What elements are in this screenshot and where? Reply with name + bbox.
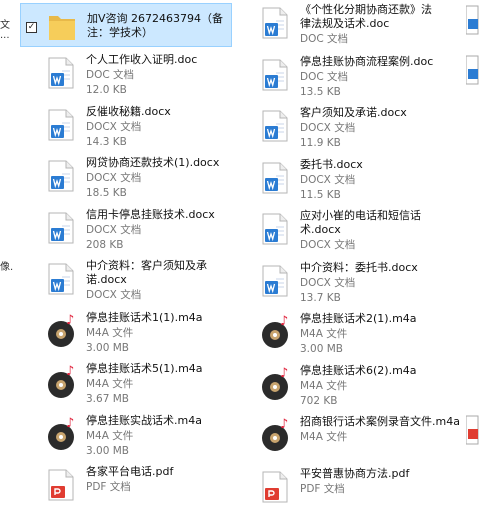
file-name: 停息挂账话术5(1).m4a	[86, 362, 203, 375]
file-item[interactable]: ♪ 停息挂账实战话术.m4a M4A 文件 3.00 MB	[40, 414, 240, 464]
file-size: 11.5 KB	[300, 188, 341, 201]
file-item[interactable]: 信用卡停息挂账技术.docx DOCX 文档 208 KB	[40, 208, 240, 258]
file-name: 中介资料：客户须知及承诺.docx	[86, 259, 207, 286]
file-name: 停息挂账协商流程案例.doc	[300, 54, 434, 68]
file-size: 13.7 KB	[300, 291, 341, 304]
file-size: 3.00 MB	[300, 343, 343, 355]
file-type: M4A 文件	[86, 326, 134, 339]
word-doc-icon	[48, 57, 74, 93]
file-size: 3.00 MB	[86, 341, 129, 354]
file-size: 3.67 MB	[86, 393, 129, 405]
checkbox[interactable]: ✓	[26, 22, 37, 33]
file-type: DOCX 文档	[86, 223, 142, 236]
file-type: DOC 文档	[86, 69, 135, 81]
word-doc-icon	[48, 160, 74, 196]
pdf-icon	[465, 415, 479, 445]
file-type: DOCX 文档	[300, 122, 356, 134]
file-item[interactable]: 委托书.docx DOCX 文档 11.5 KB	[254, 158, 454, 208]
file-item[interactable]: 中介资料：客户须知及承诺.docx DOCX 文档	[40, 259, 240, 309]
file-type: DOCX 文档	[86, 289, 142, 301]
file-size: 12.0 KB	[86, 84, 127, 96]
file-type: DOCX 文档	[86, 120, 142, 133]
file-size: 208 KB	[86, 238, 124, 251]
word-doc-icon	[262, 213, 288, 249]
right-edge-fragment	[465, 5, 480, 35]
file-type: DOC 文档	[300, 70, 349, 83]
word-doc-icon	[262, 59, 288, 95]
file-name: 停息挂账话术1(1).m4a	[86, 310, 203, 324]
word-doc-icon	[48, 109, 74, 145]
file-type: M4A 文件	[86, 378, 134, 390]
file-item[interactable]: ♪ 停息挂账话术5(1).m4a M4A 文件 3.67 MB	[40, 362, 240, 412]
file-name: 网贷协商还款技术(1).docx	[86, 156, 220, 169]
file-name: 个人工作收入证明.doc	[86, 53, 198, 66]
file-item[interactable]: ♪ 招商银行话术案例录音文件.m4a M4A 文件	[254, 415, 460, 465]
word-doc-icon	[262, 162, 288, 198]
file-item[interactable]: 客户须知及承诺.docx DOCX 文档 11.9 KB	[254, 106, 454, 156]
file-item[interactable]: 《个性化分期协商还款》法律法规及话术.doc DOC 文档	[254, 3, 454, 53]
file-item[interactable]: ♪ 停息挂账话术2(1).m4a M4A 文件 3.00 MB	[254, 312, 454, 362]
file-type: PDF 文档	[86, 481, 131, 493]
file-type: M4A 文件	[300, 431, 348, 443]
file-name: 《个性化分期协商还款》法律法规及话术.doc	[300, 3, 432, 30]
file-name: 停息挂账实战话术.m4a	[86, 413, 202, 427]
word-doc-icon	[262, 110, 288, 146]
file-name: 委托书.docx	[300, 157, 363, 171]
file-type: DOCX 文档	[300, 173, 356, 186]
file-item[interactable]: 反催收秘籍.docx DOCX 文档 14.3 KB	[40, 105, 240, 155]
file-item[interactable]: 中介资料：委托书.docx DOCX 文档 13.7 KB	[254, 261, 454, 311]
left-fragment-text: ...	[0, 30, 10, 41]
file-name: 中介资料：委托书.docx	[300, 260, 418, 274]
left-fragment-text: 文	[0, 20, 10, 31]
file-name: 招商银行话术案例录音文件.m4a	[300, 415, 460, 428]
file-item[interactable]: 停息挂账协商流程案例.doc DOC 文档 13.5 KB	[254, 55, 454, 105]
file-type: DOCX 文档	[300, 276, 356, 289]
word-doc-icon	[48, 212, 74, 248]
file-size: 11.9 KB	[300, 137, 341, 149]
file-type: DOC 文档	[300, 33, 349, 45]
file-item[interactable]: ♪ 停息挂账话术1(1).m4a M4A 文件 3.00 MB	[40, 311, 240, 361]
file-name: 客户须知及承诺.docx	[300, 106, 407, 119]
file-size: 702 KB	[300, 394, 338, 407]
file-name: 停息挂账话术6(2).m4a	[300, 363, 417, 377]
word-doc-icon	[262, 7, 288, 43]
file-name: 应对小崔的电话和短信话术.docx	[300, 209, 421, 236]
file-name: 停息挂账话术2(1).m4a	[300, 312, 417, 325]
pdf-file-icon	[48, 469, 74, 505]
file-name: 各家平台电话.pdf	[86, 465, 174, 478]
file-name: 反催收秘籍.docx	[86, 104, 171, 118]
pdf-file-icon	[262, 471, 288, 507]
file-type: DOCX 文档	[86, 172, 142, 184]
file-type: PDF 文档	[300, 482, 345, 495]
file-name: 平安普惠协商方法.pdf	[300, 466, 410, 480]
file-size: 3.00 MB	[86, 444, 129, 457]
file-item-folder-selected[interactable]: ✓ 加V咨询 2672463794（备注：学技术）	[20, 3, 232, 47]
word-doc-icon	[262, 265, 288, 301]
left-pane-fragment: 文 ... 像.	[0, 0, 18, 480]
right-edge-fragment	[465, 415, 480, 445]
file-name: 信用卡停息挂账技术.docx	[86, 207, 215, 221]
file-size: 18.5 KB	[86, 187, 127, 199]
file-type: M4A 文件	[300, 379, 348, 392]
file-type: M4A 文件	[86, 429, 134, 442]
doc-icon	[465, 55, 479, 85]
left-fragment-text: 像.	[0, 262, 14, 273]
right-edge-fragment	[465, 55, 480, 85]
file-type: DOCX 文档	[300, 239, 356, 251]
file-item[interactable]: 各家平台电话.pdf PDF 文档	[40, 465, 240, 515]
file-name: 加V咨询 2672463794（备注：学技术）	[87, 12, 224, 39]
file-item[interactable]: 个人工作收入证明.doc DOC 文档 12.0 KB	[40, 53, 240, 103]
doc-icon	[465, 5, 479, 35]
file-type: M4A 文件	[300, 328, 348, 340]
file-item[interactable]: 网贷协商还款技术(1).docx DOCX 文档 18.5 KB	[40, 156, 240, 206]
word-doc-icon	[48, 263, 74, 299]
folder-icon	[49, 16, 75, 40]
file-item[interactable]: 应对小崔的电话和短信话术.docx DOCX 文档	[254, 209, 454, 259]
file-size: 14.3 KB	[86, 135, 127, 148]
file-size: 13.5 KB	[300, 85, 341, 98]
file-item[interactable]: ♪ 停息挂账话术6(2).m4a M4A 文件 702 KB	[254, 364, 454, 414]
file-item[interactable]: 平安普惠协商方法.pdf PDF 文档	[254, 467, 454, 517]
